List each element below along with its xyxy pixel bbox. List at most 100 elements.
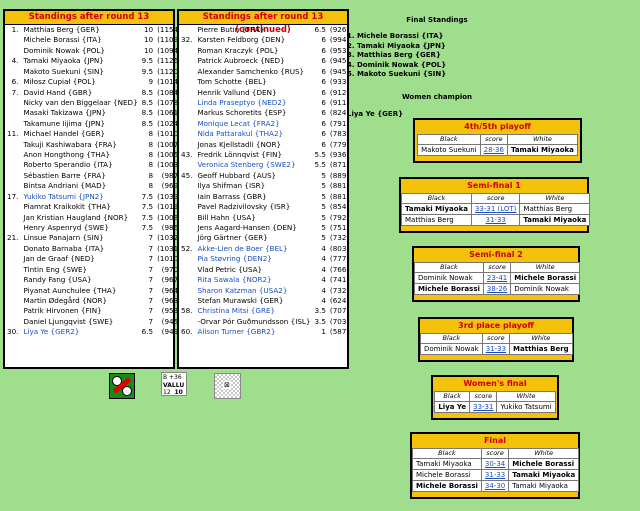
standing-points: 6 <box>321 35 326 45</box>
header-black: Black <box>414 262 484 273</box>
standing-name[interactable]: Yukiko Tatsumi {JPN2} <box>21 192 139 202</box>
standing-rating: (703) <box>329 316 350 326</box>
standing-rank <box>179 108 195 118</box>
standing-name[interactable]: Liya Ye {GER2} <box>21 327 139 337</box>
standings-table-continued: Pierre Butin {FRA} 6.5 (926) 32. Karsten Fel… <box>179 25 351 338</box>
standing-points: 8 <box>148 139 154 149</box>
standing-rating: (792) <box>329 212 350 222</box>
header-score: score <box>480 448 510 459</box>
standing-name: Tom Schotte {BEL} <box>197 77 267 87</box>
score-link[interactable]: 28-36 <box>484 146 504 154</box>
standing-points: 6 <box>321 66 326 76</box>
standing-row: Jonas Kjellstadli {NOR} 6 (779) <box>179 140 351 150</box>
standing-name[interactable]: Sharon Katzman {USA2} <box>195 286 312 296</box>
match-box-semi-final-2: Semi-final 2 Black score White Dominik Nowak… <box>412 246 581 302</box>
score-cell: 23-41 <box>482 272 512 284</box>
score-link[interactable]: 23-41 <box>487 274 507 282</box>
standing-name: Makoto Suekuni {SIN} <box>23 66 104 76</box>
standing-name[interactable]: Akke-Lien de Boer {BEL} <box>195 244 312 254</box>
standing-row: Anon Hongthong {THA} 8 (1005) <box>5 150 183 160</box>
standing-rank: 11. <box>7 129 19 139</box>
standing-name: Michael Handel {GER} <box>23 129 106 139</box>
match-box-final: Final Black score White Tamaki Miyaoka 30-34 M… <box>410 432 580 499</box>
standing-row: Stefan Murawski {GER} 4 (624) <box>179 296 351 306</box>
white-player: Yukiko Tatsumi <box>496 401 556 413</box>
standing-name: Jan Kristian Haugland {NOR} <box>23 212 129 222</box>
score-link[interactable]: 34-30 <box>485 482 505 490</box>
standing-name[interactable]: Rita Sawala {NOR2} <box>195 275 312 285</box>
final-standings: Final Standings 1. Michele Borassi {ITA}… <box>347 16 527 118</box>
standing-name: Miłosz Cupiał {POL} <box>23 77 96 87</box>
board-grid-icon[interactable]: ⊠ <box>214 373 241 399</box>
standing-rank <box>5 181 21 191</box>
standing-points: 6 <box>321 129 326 139</box>
score-link[interactable]: 33-31 <box>473 403 493 411</box>
standing-points: 4 <box>321 285 326 295</box>
standing-row: Henry Aspenryd {SWE} 7.5 (986) <box>5 223 183 233</box>
standing-row: 32. Karsten Feldborg {DEN} 6 (994) <box>179 35 351 45</box>
standing-points: 7 <box>148 285 154 295</box>
standing-name: Henry Aspenryd {SWE} <box>23 223 109 233</box>
score-link[interactable]: 38-26 <box>487 285 507 293</box>
standing-rank <box>5 46 21 56</box>
score-link[interactable]: 31-33 <box>486 216 506 224</box>
standing-row: -Orvar Þór Guðmundsson {ISL} 3.5 (703) <box>179 317 351 327</box>
black-player: Dominik Nowak <box>420 343 483 355</box>
standing-rank <box>179 213 195 223</box>
standing-name: Ilya Shifman {ISR} <box>197 181 266 191</box>
score-cell: 31-33 <box>480 469 510 481</box>
score-link[interactable]: 31-33 <box>485 471 505 479</box>
standing-row: 21. Linsue Panajarn {SIN} 7 (1032) <box>5 233 183 243</box>
standing-name[interactable]: Alison Turner {GBR2} <box>195 327 312 337</box>
standing-rank: 21. <box>7 233 19 243</box>
standing-name[interactable]: Monique Lecat {FRA2} <box>195 119 312 129</box>
standing-rating: (587) <box>329 327 350 337</box>
standing-rank <box>179 233 195 243</box>
standing-name[interactable]: Linda Praseptyo {NED2} <box>195 98 312 108</box>
score-link[interactable]: 30-34 <box>485 460 505 468</box>
standing-rank <box>5 317 21 327</box>
standing-points: 8 <box>148 129 154 139</box>
standing-name[interactable]: Pia Støvring {DEN2} <box>195 254 312 264</box>
standing-rank: 4. <box>11 56 19 66</box>
header-black: Black <box>417 134 481 145</box>
standing-row: Makoto Suekuni {SIN} 9.5 (1120) <box>5 67 183 77</box>
standing-points: 5 <box>321 212 326 222</box>
score-link[interactable]: 31-33 <box>486 345 506 353</box>
othello-logo-icon[interactable] <box>109 373 135 399</box>
standing-name: Takuji Kashiwabara {FRA} <box>23 139 117 149</box>
standing-name[interactable]: Nida Pattarakul {THA2} <box>195 129 312 139</box>
standing-name: Randy Fang {USA} <box>23 275 92 285</box>
standing-name[interactable]: Christina Mitsi {GRE} <box>195 306 312 316</box>
standing-points: 7.5 <box>141 202 154 212</box>
standing-rank <box>179 98 195 108</box>
standing-rank: 7. <box>11 87 19 97</box>
standing-row: 52. Akke-Lien de Boer {BEL} 4 (803) <box>179 244 351 254</box>
standing-name: Jonas Kjellstadli {NOR} <box>197 139 282 149</box>
standing-row: Roberto Sperandio {ITA} 8 (1003) <box>5 160 183 170</box>
standing-rank <box>179 77 195 87</box>
standing-row: 43. Fredrik Lönnqvist {FIN} 5.5 (936) <box>179 150 351 160</box>
standing-name: Jörg Gärtner {GER} <box>197 233 268 243</box>
standing-row: Markus Schoretits {ESP} 6 (824) <box>179 108 351 118</box>
standing-row: 30. Liya Ye {GER2} 6.5 (949) <box>5 327 183 337</box>
standing-rating: (854) <box>329 202 350 212</box>
standing-rank <box>5 244 21 254</box>
standing-points: 6 <box>321 45 326 55</box>
widget-line-2: VALLU <box>163 381 185 389</box>
header-white: White <box>508 448 580 459</box>
standing-rank <box>5 213 21 223</box>
board-glyph: ⊠ <box>223 381 231 389</box>
standing-rank <box>179 160 195 170</box>
standing-name[interactable]: Veronica Stenberg {SWE2} <box>195 160 312 170</box>
standing-rating: (936) <box>329 150 350 160</box>
standing-rank: 43. <box>181 150 193 160</box>
standing-rating: (779) <box>329 139 350 149</box>
standing-rank <box>5 171 21 181</box>
game-score-widget[interactable]: B +36 VALLU 12 10 <box>161 372 187 396</box>
score-link[interactable]: 33-31 (LOT) <box>475 205 516 213</box>
standing-rank: 60. <box>181 327 193 337</box>
match-table: Black score White Tamaki Miyaoka 30-34 Michel… <box>412 448 580 492</box>
standing-name: Karsten Feldborg {DEN} <box>197 35 286 45</box>
standing-row: Monique Lecat {FRA2} 6 (791) <box>179 119 351 129</box>
